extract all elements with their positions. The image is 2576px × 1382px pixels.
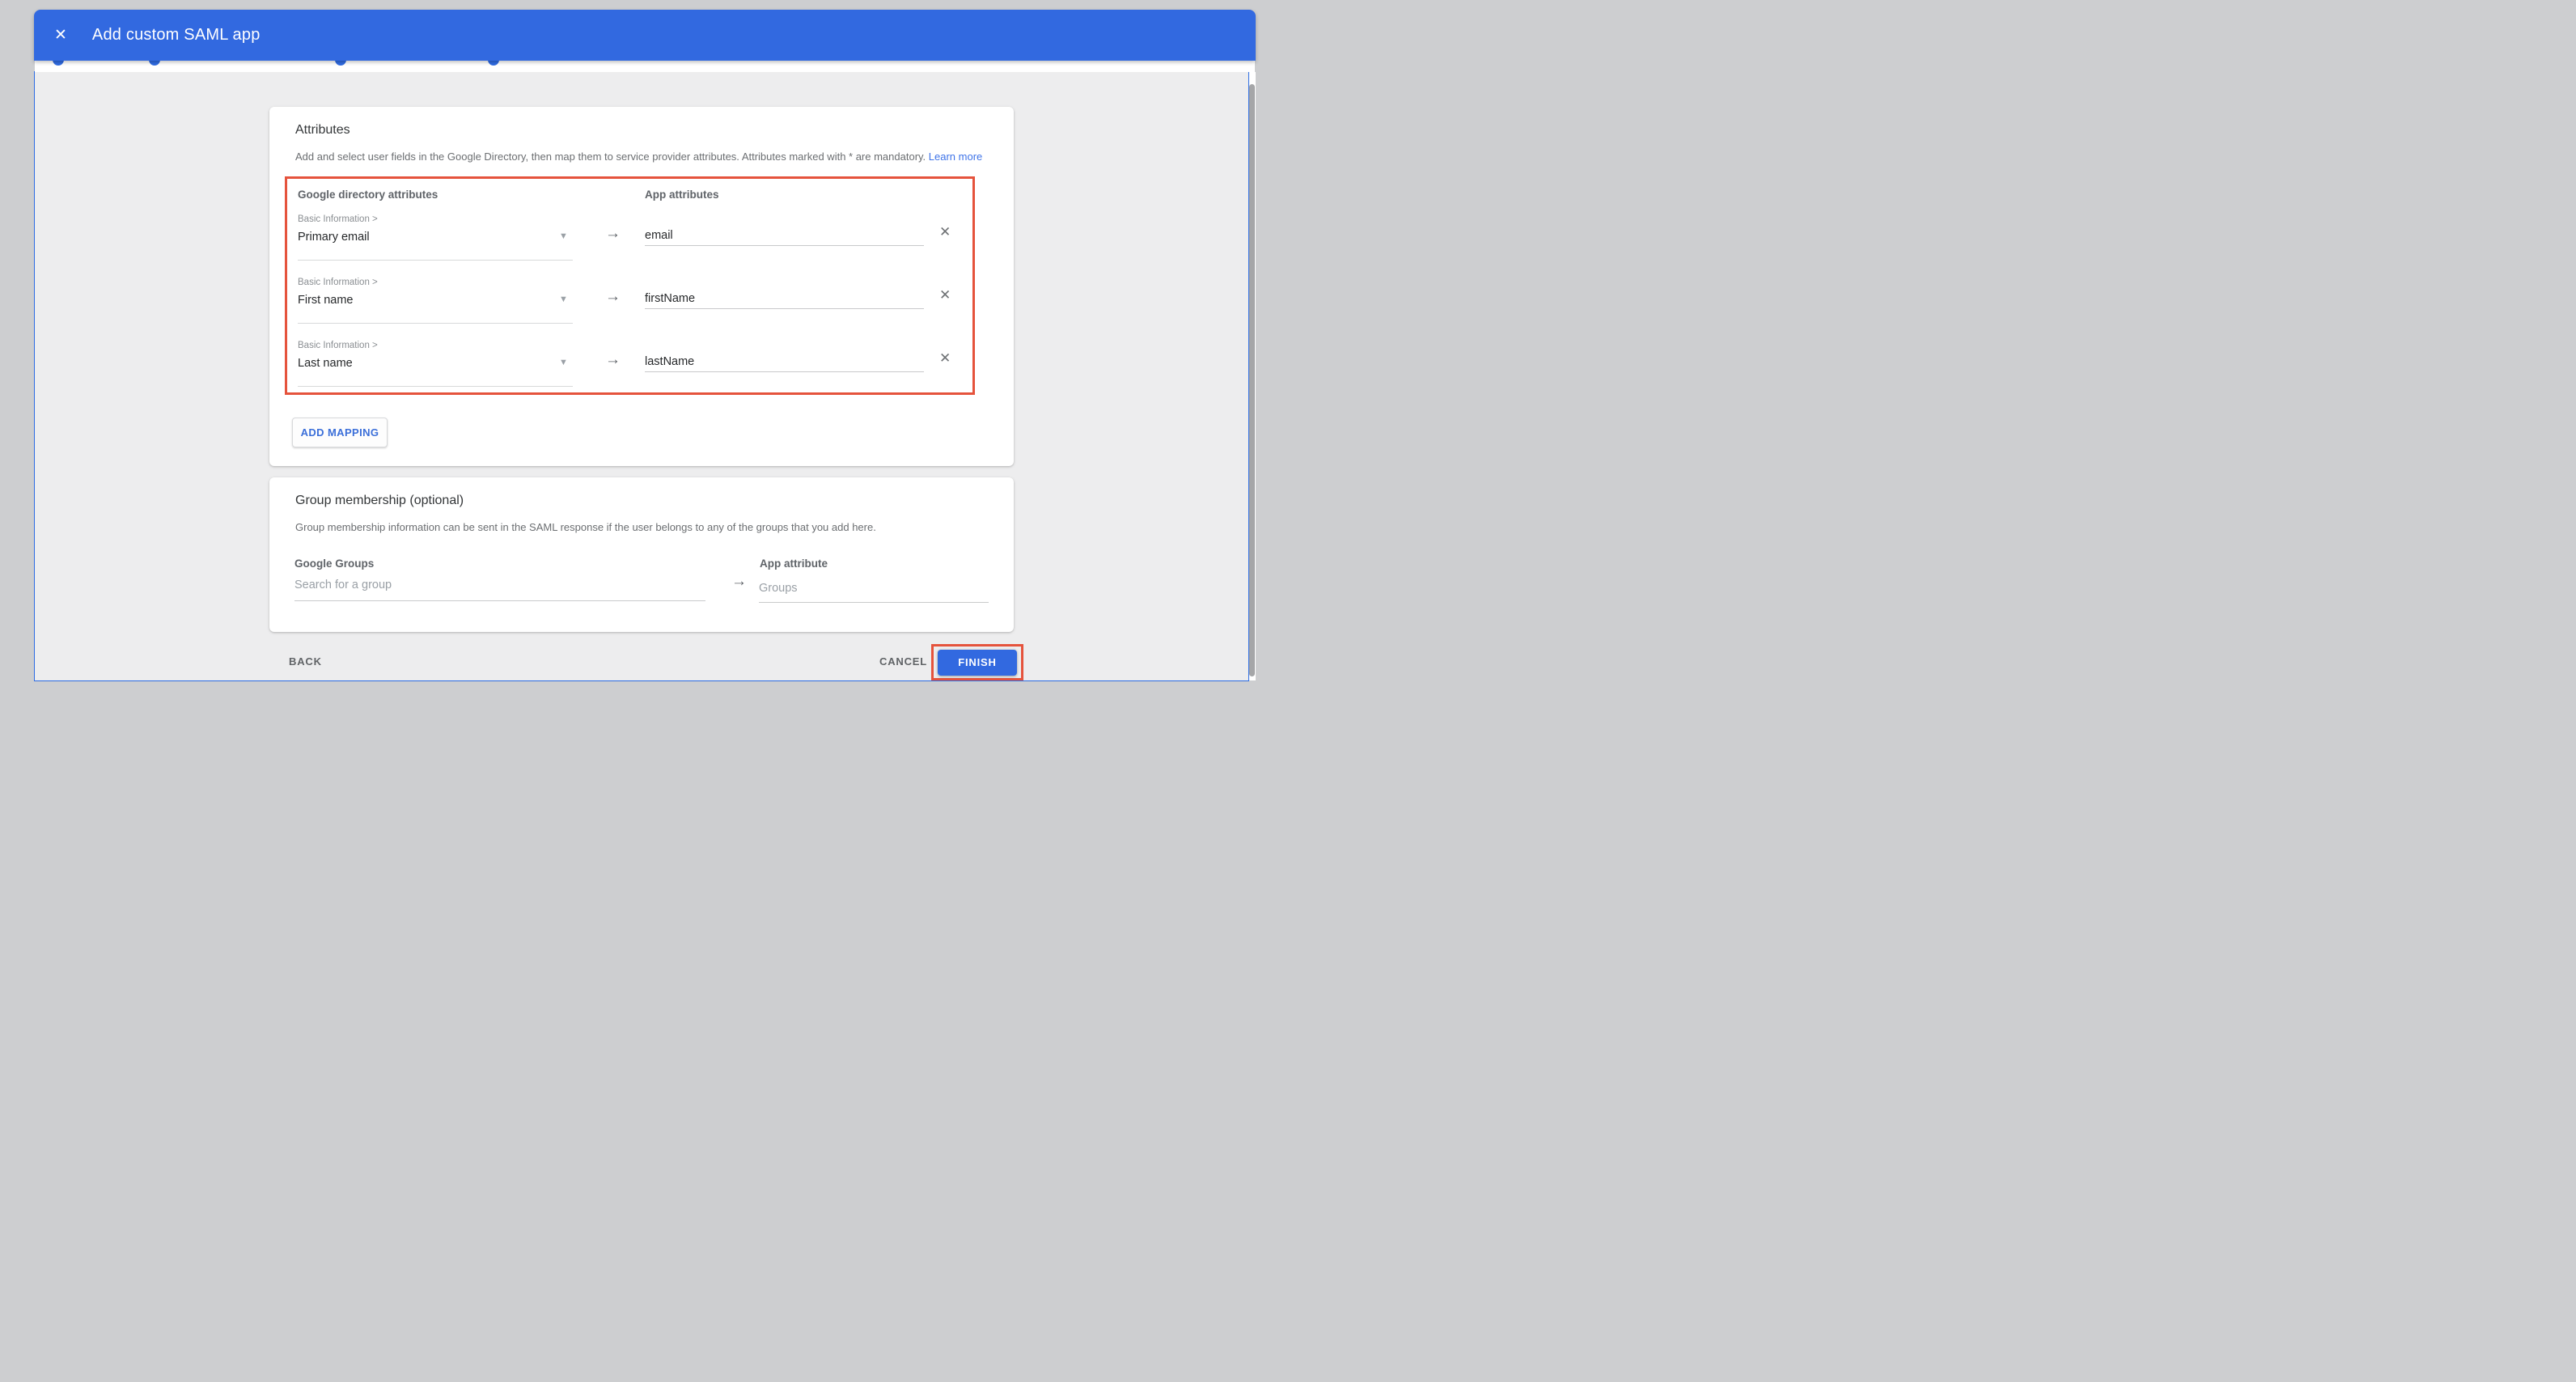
dialog-title: Add custom SAML app xyxy=(92,26,261,45)
finish-button[interactable]: FINISH xyxy=(938,650,1017,676)
mapping-row: Basic Information > Primary email ▼ → ✕ xyxy=(287,211,972,274)
directory-attributes-column-header: Google directory attributes xyxy=(298,189,438,201)
screen: ✕ Add custom SAML app Attributes Add and… xyxy=(0,0,1288,691)
directory-attribute-value: Primary email xyxy=(298,231,370,244)
group-card-description: Group membership information can be sent… xyxy=(295,521,876,533)
arrow-right-icon: → xyxy=(605,225,621,243)
directory-attribute-value: First name xyxy=(298,294,354,307)
stepper-dot xyxy=(335,61,346,66)
select-underline xyxy=(298,260,573,261)
chevron-down-icon[interactable]: ▼ xyxy=(559,295,568,304)
finish-annotation-box: FINISH xyxy=(931,644,1023,680)
arrow-right-icon: → xyxy=(605,351,621,369)
google-groups-header: Google Groups xyxy=(294,557,374,570)
stepper-dot xyxy=(488,61,499,66)
stepper-dot xyxy=(149,61,160,66)
learn-more-link[interactable]: Learn more xyxy=(929,150,982,163)
mapping-row: Basic Information > Last name ▼ → ✕ xyxy=(287,337,972,401)
group-membership-card: Group membership (optional) Group member… xyxy=(269,477,1014,632)
select-underline xyxy=(298,386,573,387)
attributes-card-description: Add and select user fields in the Google… xyxy=(295,150,982,163)
chevron-down-icon[interactable]: ▼ xyxy=(559,358,568,367)
scrollbar-thumb[interactable] xyxy=(1249,84,1255,676)
directory-attribute-value: Last name xyxy=(298,357,353,370)
attribute-category-label: Basic Information > xyxy=(298,278,378,287)
group-search-input[interactable] xyxy=(294,576,705,601)
mappings-annotation-box: Google directory attributes App attribut… xyxy=(285,176,975,395)
remove-mapping-icon[interactable]: ✕ xyxy=(939,287,951,303)
remove-mapping-icon[interactable]: ✕ xyxy=(939,350,951,367)
select-underline xyxy=(298,323,573,324)
app-attributes-column-header: App attributes xyxy=(645,189,719,201)
attributes-card: Attributes Add and select user fields in… xyxy=(269,107,1014,466)
attribute-category-label: Basic Information > xyxy=(298,341,378,350)
add-mapping-button[interactable]: ADD MAPPING xyxy=(292,418,388,447)
app-attribute-input[interactable] xyxy=(645,289,924,309)
arrow-right-icon: → xyxy=(731,573,747,591)
group-card-title: Group membership (optional) xyxy=(295,494,464,508)
arrow-right-icon: → xyxy=(605,288,621,306)
back-button[interactable]: BACK xyxy=(289,655,322,668)
close-icon[interactable]: ✕ xyxy=(54,28,67,43)
dialog-titlebar: ✕ Add custom SAML app xyxy=(34,10,1256,61)
groups-attribute-input[interactable] xyxy=(759,579,989,603)
app-attribute-header: App attribute xyxy=(760,557,828,570)
attributes-card-title: Attributes xyxy=(295,123,350,138)
remove-mapping-icon[interactable]: ✕ xyxy=(939,224,951,240)
dialog-body: Attributes Add and select user fields in… xyxy=(34,71,1249,681)
stepper-dot xyxy=(53,61,64,66)
app-attribute-input[interactable] xyxy=(645,352,924,372)
app-attribute-input[interactable] xyxy=(645,226,924,246)
stepper-strip xyxy=(35,61,1255,72)
mapping-row: Basic Information > First name ▼ → ✕ xyxy=(287,274,972,337)
scrollbar-track[interactable] xyxy=(1249,72,1256,680)
attributes-description-text: Add and select user fields in the Google… xyxy=(295,150,929,163)
chevron-down-icon[interactable]: ▼ xyxy=(559,231,568,241)
cancel-button[interactable]: CANCEL xyxy=(879,655,927,668)
attribute-category-label: Basic Information > xyxy=(298,214,378,224)
